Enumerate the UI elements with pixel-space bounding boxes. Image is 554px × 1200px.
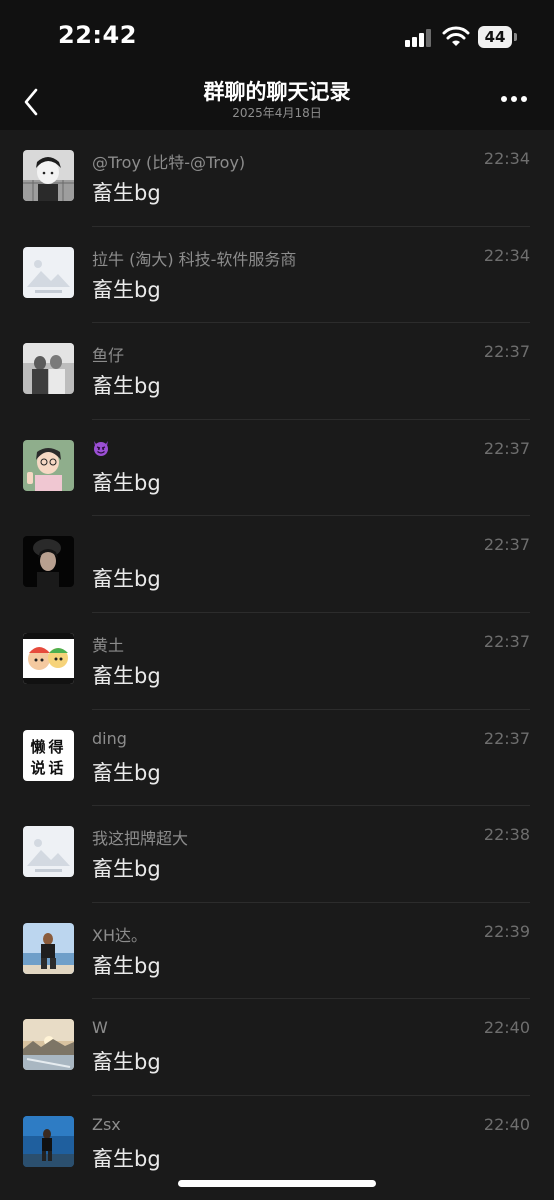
message-row[interactable]: 我这把牌超大 22:38 畜生bg — [0, 806, 554, 903]
more-button[interactable] — [496, 86, 532, 112]
message-content: 畜生bg — [92, 277, 161, 302]
nav-bar: 群聊的聊天记录 2025年4月18日 — [0, 72, 554, 130]
text-avatar[interactable]: 懒得 说话 — [23, 729, 74, 781]
battery-icon: 44 — [478, 26, 512, 48]
message-time: 22:37 — [483, 728, 530, 748]
message-time: 22:38 — [483, 825, 530, 845]
status-bar: 22:42 44 — [0, 0, 554, 72]
sender-name: W — [92, 1018, 108, 1038]
image-placeholder-avatar[interactable] — [23, 826, 74, 878]
message-row[interactable]: W 22:40 畜生bg — [0, 999, 554, 1096]
blue-photo-avatar[interactable] — [23, 1115, 74, 1167]
avatar-text-line-2: 说话 — [30, 758, 67, 777]
two-people-photo-avatar[interactable] — [23, 343, 74, 395]
sender-name: 拉牛 (淘大) 科技-软件服务商 — [92, 249, 297, 269]
message-time: 22:40 — [483, 1018, 530, 1038]
message-time: 22:37 — [483, 631, 530, 651]
page-title: 群聊的聊天记录 — [203, 80, 351, 104]
message-time: 22:37 — [483, 535, 530, 555]
message-time: 22:34 — [483, 149, 530, 168]
sender-name: @Troy (比特-@Troy) — [92, 153, 246, 172]
wifi-icon — [442, 26, 470, 48]
page-subtitle: 2025年4月18日 — [232, 106, 322, 120]
message-time: 22:39 — [483, 921, 530, 941]
message-time: 22:37 — [483, 438, 530, 458]
landscape-avatar[interactable] — [23, 1019, 74, 1071]
message-row[interactable]: 拉牛 (淘大) 科技-软件服务商 22:34 畜生bg — [0, 227, 554, 324]
message-row[interactable]: @Troy (比特-@Troy) 22:34 畜生bg — [0, 130, 554, 227]
avatar-text-line-1: 懒得 — [30, 737, 67, 756]
message-content: 畜生bg — [92, 663, 161, 688]
message-row[interactable]: 22:37 畜生bg — [0, 516, 554, 613]
message-content: 畜生bg — [92, 470, 161, 495]
message-row[interactable]: 懒得 说话 ding 22:37 畜生bg — [0, 710, 554, 807]
sender-name: Zsx — [92, 1114, 121, 1134]
devil-emoji-icon — [92, 439, 110, 457]
beach-person-avatar[interactable] — [23, 922, 74, 974]
message-time: 22:37 — [483, 342, 530, 362]
more-dots-icon — [501, 96, 527, 102]
message-row[interactable]: Zsx 22:40 畜生bg — [0, 1096, 554, 1193]
dark-portrait-avatar[interactable] — [23, 536, 74, 588]
battery-nub — [514, 33, 517, 41]
sender-name: 黄土 — [92, 635, 125, 655]
anime-boy-avatar[interactable] — [23, 150, 74, 201]
anime-character-avatar[interactable] — [23, 439, 74, 491]
sender-name: ding — [92, 728, 127, 748]
message-list: @Troy (比特-@Troy) 22:34 畜生bg 拉牛 (淘大) 科技-软… — [0, 130, 554, 1193]
message-content: 畜生bg — [92, 1050, 161, 1075]
message-content: 畜生bg — [92, 374, 161, 399]
message-content: 畜生bg — [92, 181, 161, 205]
message-content: 畜生bg — [92, 1146, 161, 1171]
cartoon-avatar[interactable] — [23, 632, 74, 684]
cellular-signal-icon — [405, 29, 433, 47]
image-placeholder-avatar[interactable] — [23, 246, 74, 298]
message-content: 畜生bg — [92, 567, 161, 592]
status-time: 22:42 — [58, 21, 137, 49]
message-time: 22:40 — [483, 1114, 530, 1134]
sender-name: XH达。 — [92, 925, 147, 945]
sender-name — [92, 439, 110, 458]
sender-name: 鱼仔 — [92, 346, 125, 366]
sender-name: 我这把牌超大 — [92, 829, 189, 849]
battery-level: 44 — [484, 28, 506, 46]
message-row[interactable]: XH达。 22:39 畜生bg — [0, 903, 554, 1000]
message-row[interactable]: 22:37 畜生bg — [0, 420, 554, 517]
home-indicator — [178, 1180, 376, 1187]
message-time: 22:34 — [483, 245, 530, 265]
message-content: 畜生bg — [92, 760, 161, 785]
message-row[interactable]: 鱼仔 22:37 畜生bg — [0, 323, 554, 420]
message-row[interactable]: 黄土 22:37 畜生bg — [0, 613, 554, 710]
message-content: 畜生bg — [92, 857, 161, 882]
message-content: 畜生bg — [92, 953, 161, 978]
